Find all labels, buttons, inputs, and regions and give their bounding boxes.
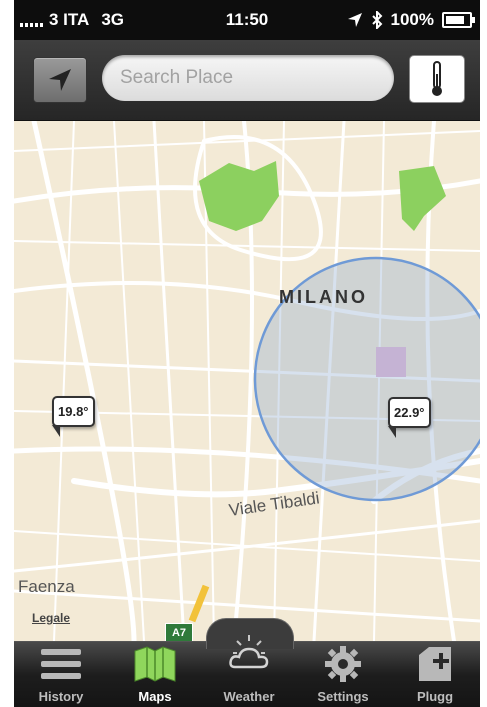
list-icon <box>41 649 81 679</box>
search-input[interactable] <box>118 66 372 90</box>
bluetooth-icon <box>371 11 382 29</box>
tab-weather[interactable]: Weather <box>204 635 294 707</box>
map-canvas <box>14 121 480 641</box>
temperature-pin[interactable]: 19.8° <box>52 396 95 437</box>
park-area <box>399 166 446 231</box>
gear-icon <box>325 646 361 682</box>
tab-history[interactable]: History <box>16 641 106 707</box>
top-toolbar <box>14 40 480 121</box>
tab-weather-label: Weather <box>223 689 275 704</box>
tab-settings[interactable]: Settings <box>298 641 388 707</box>
city-label: Milano <box>279 287 368 307</box>
thermometer-icon <box>432 61 442 96</box>
status-right: 100% <box>347 10 475 30</box>
thermometer-button[interactable] <box>409 55 465 103</box>
park-area <box>199 161 279 231</box>
highway-badge: A7 <box>165 623 193 641</box>
tab-settings-label: Settings <box>317 689 369 704</box>
map-icon <box>134 646 176 682</box>
legal-link[interactable]: Legale <box>32 611 70 625</box>
street-label: Faenza <box>18 577 75 596</box>
search-field[interactable] <box>102 55 394 101</box>
battery-icon <box>442 12 475 28</box>
tab-plugg-label: Plugg <box>416 689 454 704</box>
plug-add-icon <box>419 647 451 681</box>
battery-percent: 100% <box>390 10 434 29</box>
temperature-pin[interactable]: 22.9° <box>388 397 431 438</box>
cloud-sun-icon <box>229 635 269 669</box>
tab-history-label: History <box>38 689 84 704</box>
tab-maps[interactable]: Maps <box>110 641 200 707</box>
tab-maps-label: Maps <box>138 689 172 704</box>
location-arrow-icon <box>49 69 71 91</box>
location-services-icon <box>347 13 362 27</box>
app-screen: 3 ITA 3G 11:50 100% Search Place MILANO … <box>14 0 480 707</box>
map-view[interactable]: Milano Viale Tibaldi Faenza Legale A7 19… <box>14 121 480 641</box>
status-bar: 3 ITA 3G 11:50 100% <box>14 0 480 40</box>
locate-button[interactable] <box>33 57 87 103</box>
clock: 11:50 <box>225 10 269 29</box>
tab-plugg[interactable]: Plugg <box>390 641 480 707</box>
